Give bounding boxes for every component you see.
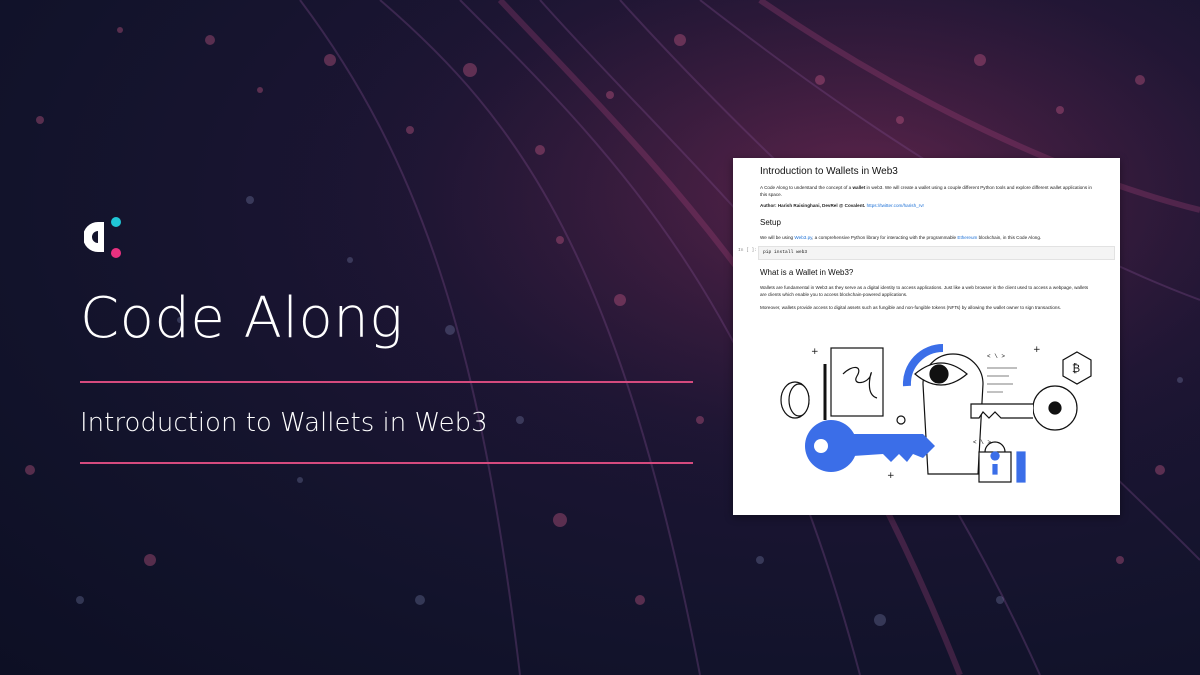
author-label: Author: Harish Raisinghani, DevRel @ Cov… (760, 203, 866, 208)
notebook-author: Author: Harish Raisinghani, DevRel @ Cov… (760, 202, 1095, 209)
plus-glyph-3: + (887, 471, 895, 481)
wallet-heading: What is a Wallet in Web3? (760, 268, 854, 277)
notebook-title: Introduction to Wallets in Web3 (760, 166, 898, 177)
plus-glyph-1: + (811, 347, 819, 357)
notebook-intro: A Code Along to understand the concept o… (760, 184, 1095, 198)
setup-text-end: blockchain, in this Code Along. (977, 235, 1042, 240)
plus-glyph-2: + (1033, 345, 1041, 355)
web3py-link[interactable]: Web3.py (794, 235, 812, 240)
setup-heading: Setup (760, 218, 781, 227)
hero-subtitle: Introduction to Wallets in Web3 (80, 408, 488, 438)
notebook-preview: Introduction to Wallets in Web3 A Code A… (733, 158, 1120, 515)
code-tag-glyph-1: < \ > (987, 353, 1005, 360)
code-text: pip install web3 (763, 250, 808, 255)
divider-top (80, 381, 693, 383)
setup-text-start: We will be using (760, 235, 795, 240)
cell-prompt: In [ ]: (738, 248, 757, 253)
author-link[interactable]: https://twitter.com/harish_rvr (867, 203, 924, 208)
setup-text: We will be using Web3.py, a comprehensiv… (760, 234, 1095, 241)
hero-title: Code Along (80, 286, 404, 351)
intro-text-start: A Code Along to understand the concept o… (760, 185, 853, 190)
intro-bold-word: wallet (852, 185, 866, 190)
divider-bottom (80, 462, 693, 464)
wallet-keys-illustration: < \ > < \ > + + + ₿ (780, 343, 1092, 483)
covalent-logo-icon (84, 217, 121, 258)
code-cell[interactable]: pip install web3 (758, 246, 1115, 260)
bitcoin-icon: ₿ (1072, 362, 1080, 375)
wallet-paragraph-1: Wallets are fundamental in Web3 as they … (760, 285, 1089, 297)
setup-text-mid: , a comprehensive Python library for int… (812, 235, 958, 240)
code-tag-glyph-2: < \ > (973, 439, 991, 446)
wallet-paragraph-2: Moreover, wallets provide access to digi… (760, 305, 1062, 310)
ethereum-link[interactable]: Ethereum (957, 235, 977, 240)
